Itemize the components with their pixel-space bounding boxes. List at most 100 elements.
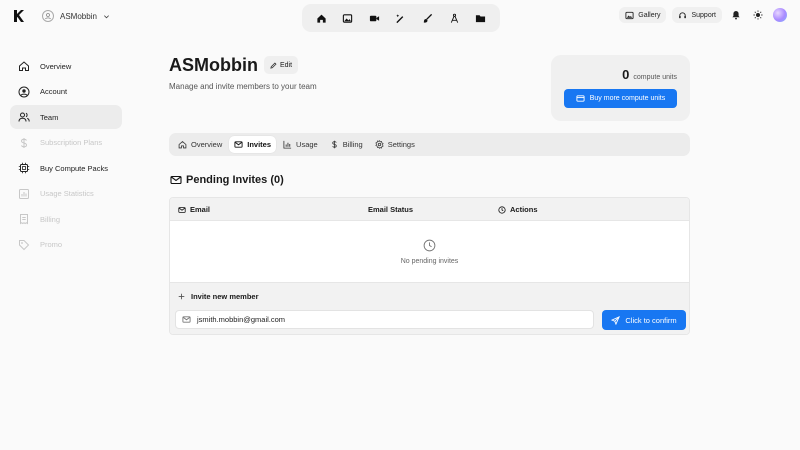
invite-email-input[interactable]: jsmith.mobbin@gmail.com [175,310,594,329]
tab-billing[interactable]: Billing [325,136,368,153]
tab-label: Usage [296,140,318,149]
confirm-invite-button[interactable]: Click to confirm [602,310,686,330]
column-email-status: Email Status [368,198,413,221]
cpu-icon [17,162,30,175]
buy-compute-units-label: Buy more compute units [589,95,666,102]
gear-icon [375,140,384,149]
gallery-label: Gallery [638,11,661,19]
sidebar-item-label: Team [40,112,59,122]
mail-icon [170,174,182,186]
tab-usage[interactable]: Usage [278,136,323,153]
home-icon [178,140,187,149]
chart-icon [17,187,30,200]
folder-icon[interactable] [470,7,492,29]
user-circle-icon [17,85,30,98]
tab-label: Settings [387,140,415,149]
tab-label: Overview [191,140,223,149]
sidebar-item-usage-statistics: Usage Statistics [10,182,122,206]
tab-label: Billing [342,140,363,149]
page-title: ASMobbin [169,55,258,75]
profile-avatar[interactable] [772,7,788,23]
invite-label-text: Invite new member [191,292,259,301]
chart-icon [283,140,292,149]
sidebar-item-billing: Billing [10,207,122,231]
image-icon[interactable] [337,7,359,29]
invite-member-form: Invite new member jsmith.mobbin@gmail.co… [170,283,689,334]
sidebar-item-label: Usage Statistics [40,189,94,198]
table-header: Email Email Status Actions [170,198,689,221]
invite-email-value: jsmith.mobbin@gmail.com [197,315,286,324]
tag-icon [17,238,30,251]
edit-team-button[interactable]: Edit [264,56,299,74]
sidebar-item-buy-compute-packs[interactable]: Buy Compute Packs [10,156,122,180]
mail-icon [234,140,243,149]
home-icon[interactable] [310,7,332,29]
pencil-icon [270,61,277,69]
home-icon [17,60,30,73]
sidebar-item-team[interactable]: Team [10,105,122,129]
workspace-name: ASMobbin [60,11,97,21]
sidebar-item-label: Subscription Plans [40,138,103,147]
dollar-icon [330,140,339,149]
gallery-icon [625,11,634,20]
app-logo[interactable] [12,9,26,23]
workspace-switcher[interactable]: ASMobbin [42,8,110,24]
tab-settings[interactable]: Settings [370,136,420,153]
page-subtitle: Manage and invite members to your team [169,82,317,91]
mail-icon [178,206,186,214]
invite-new-member-label: Invite new member [178,292,259,301]
video-icon[interactable] [363,7,385,29]
support-label: Support [691,11,716,19]
sidebar-item-account[interactable]: Account [10,80,122,104]
sidebar-item-label: Promo [40,240,63,249]
tab-label: Invites [247,140,272,149]
sun-icon[interactable] [750,7,766,23]
brush-icon[interactable] [417,7,439,29]
tab-overview[interactable]: Overview [173,136,227,153]
wand-icon[interactable] [390,7,412,29]
top-right-actions: Gallery Support [619,7,788,23]
chevron-down-icon [103,13,110,20]
credit-card-icon [576,94,585,103]
empty-state-text: No pending invites [400,257,459,265]
send-icon [611,315,621,325]
compute-units-number: 0 [622,67,630,82]
creation-toolbar [302,4,500,32]
clock-icon [498,205,506,214]
sidebar-item-label: Overview [40,61,72,71]
gallery-button[interactable]: Gallery [619,7,667,23]
sidebar-item-label: Buy Compute Packs [40,163,108,173]
column-actions: Actions [498,198,538,221]
sidebar-item-label: Account [40,87,68,96]
compass-icon[interactable] [443,7,465,29]
sidebar: Overview Account Team Subscription Plans… [10,54,122,258]
compute-units-card: 0 compute units Buy more compute units [551,55,690,121]
column-label: Actions [510,205,538,214]
sidebar-item-subscription-plans: Subscription Plans [10,131,122,155]
confirm-invite-label: Click to confirm [625,315,677,325]
plus-icon [178,293,185,300]
user-icon [42,10,54,22]
support-button[interactable]: Support [672,7,722,23]
users-icon [17,111,30,124]
bell-icon[interactable] [728,7,744,23]
sidebar-item-overview[interactable]: Overview [10,54,122,78]
compute-units-label: compute units [633,74,677,81]
sidebar-item-promo: Promo [10,233,122,257]
edit-label: Edit [280,61,293,69]
sidebar-item-label: Billing [40,214,61,224]
column-label: Email [190,205,211,214]
tab-invites[interactable]: Invites [229,136,277,153]
invites-table: Email Email Status Actions No pending in… [169,197,690,335]
empty-state: No pending invites [170,221,689,283]
dollar-icon [17,136,30,149]
receipt-icon [17,213,30,226]
compute-units-count: 0 compute units [622,67,677,82]
team-tabs: Overview Invites Usage Billing Settings [169,133,690,156]
buy-compute-units-button[interactable]: Buy more compute units [564,89,677,108]
mail-icon [182,315,191,324]
clock-icon [423,239,436,252]
headset-icon [678,11,687,20]
pending-invites-heading: Pending Invites (0) [170,174,284,186]
column-email: Email [178,198,210,221]
